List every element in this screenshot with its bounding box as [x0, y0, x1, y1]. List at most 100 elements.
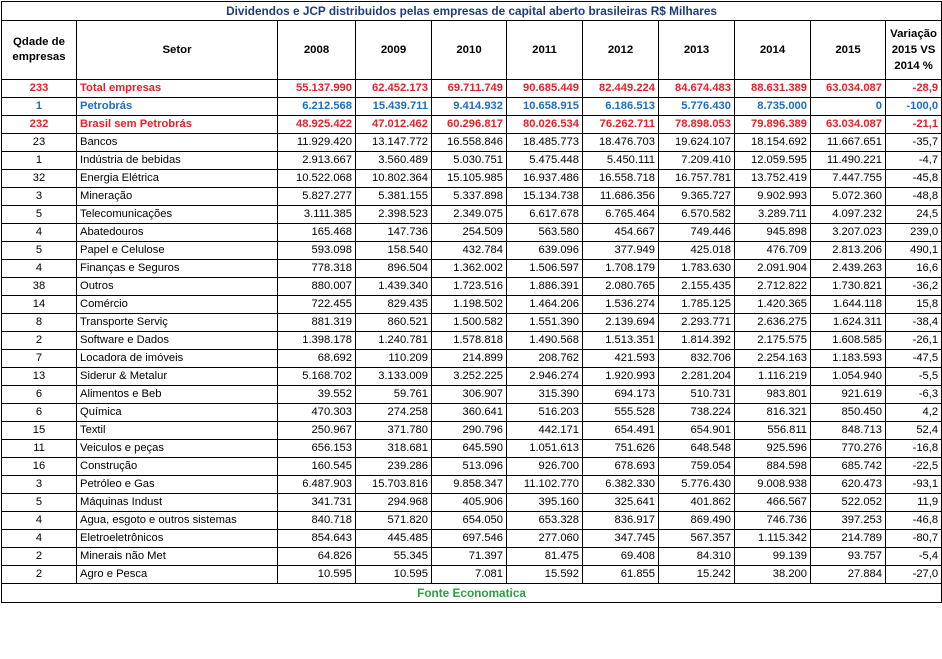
cell-qdade: 3 [1, 475, 77, 494]
table-row: 5 Papel e Celulose 593.098 158.540 432.784 63… [1, 241, 942, 260]
cell-value-2011: 639.096 [506, 241, 583, 260]
cell-value-2008: 854.643 [277, 529, 356, 548]
cell-value-2015: 93.757 [810, 547, 886, 566]
cell-value-2008: 6.487.903 [277, 475, 356, 494]
cell-value-2012: 377.949 [582, 241, 659, 260]
cell-setor: Máquinas Indust [76, 493, 278, 512]
cell-value-2014: 8.735.000 [734, 97, 811, 116]
cell-setor: Petróleo e Gas [76, 475, 278, 494]
cell-setor: Locadora de imóveis [76, 349, 278, 368]
cell-value-2015: 921.619 [810, 385, 886, 404]
cell-setor: Papel e Celulose [76, 241, 278, 260]
cell-value-2011: 2.946.274 [506, 367, 583, 386]
cell-qdade: 4 [1, 529, 77, 548]
table-row: 11 Veiculos e peças 656.153 318.681 645.590 1… [1, 439, 942, 458]
table-row: 3 Petróleo e Gas 6.487.903 15.703.816 9.858.… [1, 475, 942, 494]
cell-value-2012: 347.745 [582, 529, 659, 548]
cell-variacao: 490,1 [884, 241, 942, 260]
cell-value-2009: 274.258 [355, 403, 432, 422]
cell-value-2009: 2.398.523 [355, 205, 432, 224]
cell-variacao: -16,8 [884, 439, 942, 458]
cell-setor: Mineração [76, 187, 278, 206]
cell-setor: Minerais não Met [76, 547, 278, 566]
cell-value-2008: 5.168.702 [277, 367, 356, 386]
cell-value-2008: 250.967 [277, 421, 356, 440]
header-row: Qdade de empresas Setor 2008 2009 2010 2… [1, 20, 942, 80]
cell-value-2011: 1.886.391 [506, 277, 583, 296]
cell-value-2012: 1.536.274 [582, 295, 659, 314]
cell-qdade: 8 [1, 313, 77, 332]
cell-value-2009: 10.802.364 [355, 169, 432, 188]
cell-value-2008: 10.522.068 [277, 169, 356, 188]
cell-value-2013: 5.776.430 [658, 97, 735, 116]
cell-value-2012: 6.382.330 [582, 475, 659, 494]
cell-value-2008: 778.318 [277, 259, 356, 278]
cell-value-2014: 925.596 [734, 439, 811, 458]
cell-value-2008: 68.692 [277, 349, 356, 368]
cell-variacao: -28,9 [884, 79, 942, 98]
cell-value-2011: 1.551.390 [506, 313, 583, 332]
cell-value-2009: 158.540 [355, 241, 432, 260]
cell-qdade: 7 [1, 349, 77, 368]
cell-setor: Textil [76, 421, 278, 440]
cell-setor: Software e Dados [76, 331, 278, 350]
cell-value-2011: 1.490.568 [506, 331, 583, 350]
cell-value-2009: 239.286 [355, 457, 432, 476]
cell-value-2014: 2.175.575 [734, 331, 811, 350]
cell-value-2011: 442.171 [506, 421, 583, 440]
cell-variacao: 239,0 [884, 223, 942, 242]
cell-value-2009: 59.761 [355, 385, 432, 404]
cell-setor: Veiculos e peças [76, 439, 278, 458]
cell-value-2011: 6.617.678 [506, 205, 583, 224]
cell-value-2010: 3.252.225 [431, 367, 507, 386]
cell-value-2008: 11.929.420 [277, 133, 356, 152]
cell-variacao: -22,5 [884, 457, 942, 476]
header-setor: Setor [76, 20, 278, 80]
cell-value-2010: 432.784 [431, 241, 507, 260]
cell-qdade: 233 [1, 79, 77, 98]
cell-value-2010: 5.030.751 [431, 151, 507, 170]
cell-value-2012: 1.513.351 [582, 331, 659, 350]
cell-value-2014: 79.896.389 [734, 115, 811, 134]
cell-qdade: 1 [1, 97, 77, 116]
header-var-line2: 2015 VS [891, 44, 936, 56]
cell-value-2015: 522.052 [810, 493, 886, 512]
cell-value-2015: 0 [810, 97, 886, 116]
cell-value-2011: 15.134.738 [506, 187, 583, 206]
cell-setor: Química [76, 403, 278, 422]
cell-value-2011: 90.685.449 [506, 79, 583, 98]
table-row: 38 Outros 880.007 1.439.340 1.723.516 1.886.3… [1, 277, 942, 296]
header-year-2010: 2010 [431, 20, 507, 80]
cell-value-2011: 516.203 [506, 403, 583, 422]
cell-value-2014: 2.712.822 [734, 277, 811, 296]
cell-variacao: -21,1 [884, 115, 942, 134]
cell-value-2012: 1.920.993 [582, 367, 659, 386]
cell-value-2012: 694.173 [582, 385, 659, 404]
cell-value-2015: 1.730.821 [810, 277, 886, 296]
cell-value-2008: 2.913.667 [277, 151, 356, 170]
cell-variacao: -38,4 [884, 313, 942, 332]
cell-qdade: 38 [1, 277, 77, 296]
table-row: 7 Locadora de imóveis 68.692 110.209 214.899… [1, 349, 942, 368]
cell-value-2012: 5.450.111 [582, 151, 659, 170]
cell-value-2012: 6.186.513 [582, 97, 659, 116]
dividends-table: Dividendos e JCP distribuidos pelas empr… [0, 1, 942, 603]
cell-qdade: 23 [1, 133, 77, 152]
cell-value-2010: 290.796 [431, 421, 507, 440]
cell-value-2013: 2.293.771 [658, 313, 735, 332]
cell-value-2014: 746.736 [734, 511, 811, 530]
cell-value-2013: 6.570.582 [658, 205, 735, 224]
cell-value-2014: 1.116.219 [734, 367, 811, 386]
cell-value-2010: 71.397 [431, 547, 507, 566]
cell-variacao: -27,0 [884, 565, 942, 584]
cell-variacao: -26,1 [884, 331, 942, 350]
cell-value-2009: 15.703.816 [355, 475, 432, 494]
cell-setor: Telecomunicações [76, 205, 278, 224]
cell-value-2015: 397.253 [810, 511, 886, 530]
cell-setor: Agro e Pesca [76, 565, 278, 584]
cell-value-2012: 16.558.718 [582, 169, 659, 188]
cell-value-2013: 1.783.630 [658, 259, 735, 278]
cell-value-2012: 555.528 [582, 403, 659, 422]
cell-value-2014: 2.636.275 [734, 313, 811, 332]
cell-value-2012: 82.449.224 [582, 79, 659, 98]
